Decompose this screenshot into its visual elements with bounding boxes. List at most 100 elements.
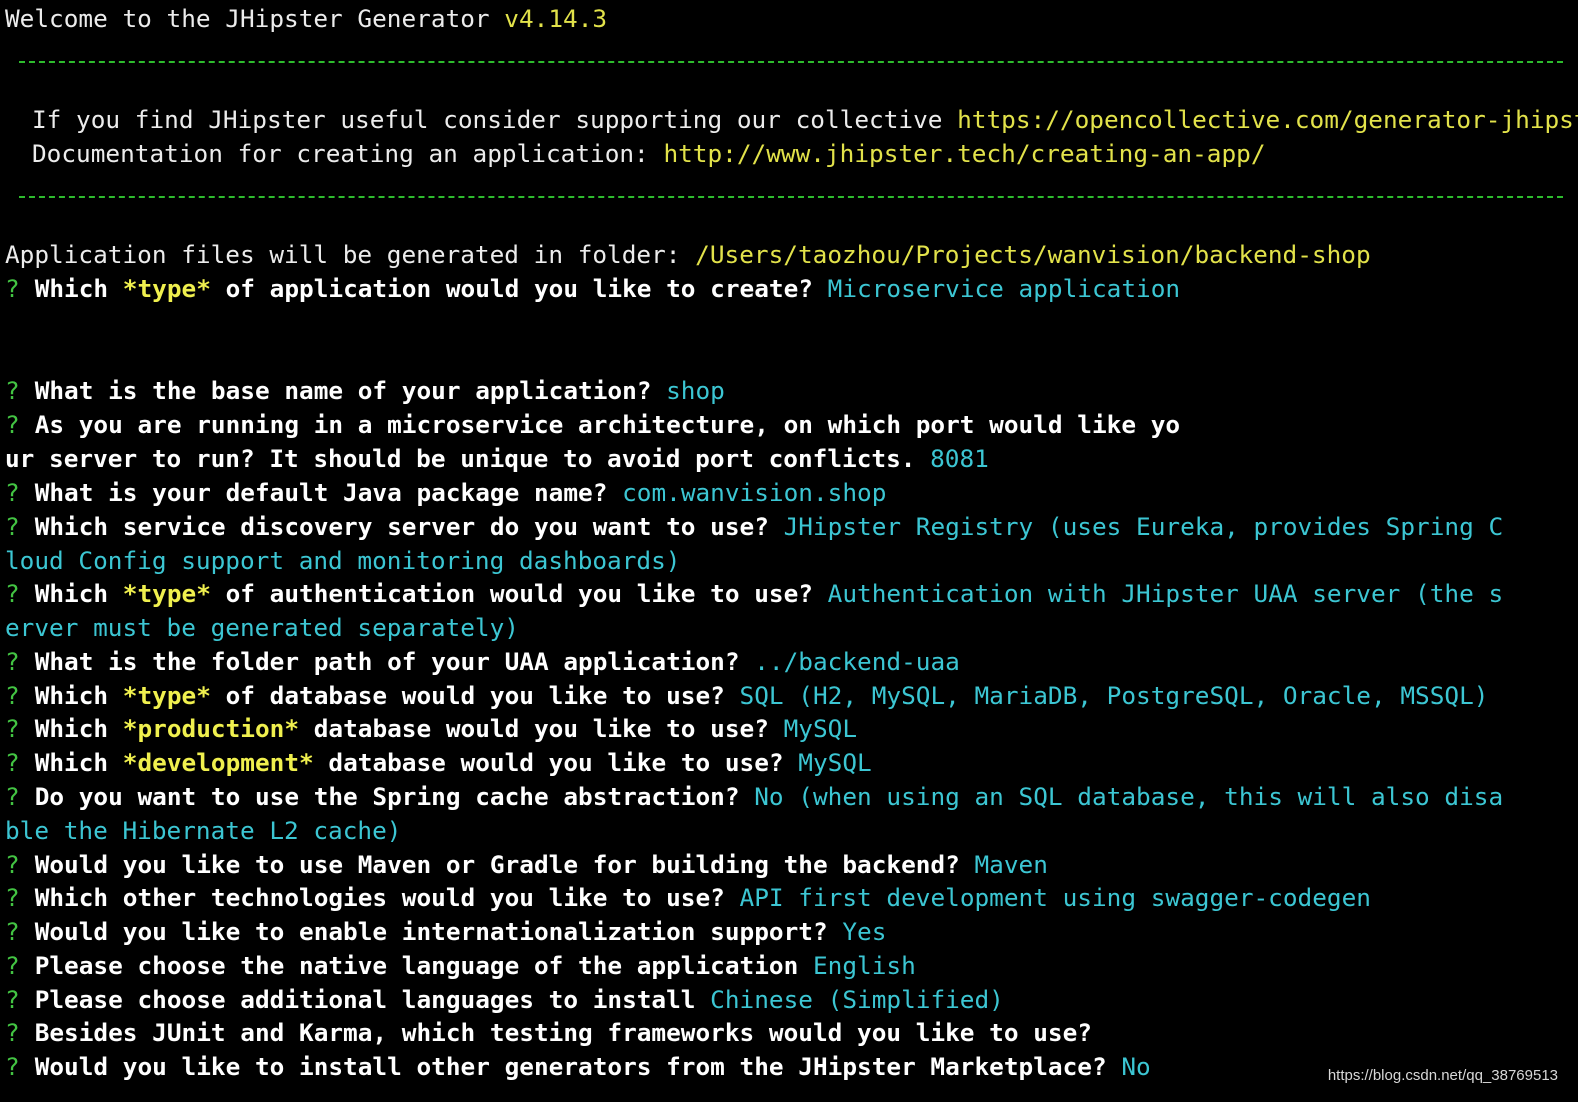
prompt-mark: ? bbox=[5, 883, 20, 912]
prompt-emphasis: *type* bbox=[122, 579, 211, 608]
generator-version: v4.14.3 bbox=[504, 4, 608, 33]
prompt-question: ur server to run? It should be unique to… bbox=[5, 444, 931, 473]
prompt-mark: ? bbox=[5, 1052, 20, 1081]
prompt-question: of database would you like to use? bbox=[210, 681, 740, 710]
docs-line: Documentation for creating an applicatio… bbox=[32, 137, 1266, 171]
prompt-question: Please choose the native language of the… bbox=[34, 951, 813, 980]
prompt-question: Please choose additional languages to in… bbox=[34, 985, 711, 1014]
prompt-answer: Microservice application bbox=[827, 274, 1181, 303]
prompt-answer: No bbox=[1121, 1052, 1151, 1081]
prompt-question: Which bbox=[34, 681, 123, 710]
folder-text: Application files will be generated in f… bbox=[5, 240, 696, 269]
prompt-emphasis: *type* bbox=[122, 274, 211, 303]
prompt-answer: shop bbox=[666, 376, 725, 405]
prompt-answer: loud Config support and monitoring dashb… bbox=[5, 546, 681, 575]
prompt-answer: ble the Hibernate L2 cache) bbox=[5, 816, 402, 845]
prompt-question: Would you like to install other generato… bbox=[34, 1052, 1122, 1081]
prompt-answer: 8081 bbox=[930, 444, 989, 473]
prompt-mark: ? bbox=[5, 951, 20, 980]
prompt-question: What is the folder path of your UAA appl… bbox=[34, 647, 755, 676]
prompt-build: ? Would you like to use Maven or Gradle f… bbox=[5, 848, 1048, 882]
prompt-answer: Chinese (Simplified) bbox=[710, 985, 1004, 1014]
prompt-auth-line1: ? Which *type* of authentication would yo… bbox=[5, 577, 1503, 611]
prompt-mark: ? bbox=[5, 647, 20, 676]
prompt-answer: erver must be generated separately) bbox=[5, 613, 519, 642]
prompt-discovery-line1: ? Which service discovery server do you w… bbox=[5, 510, 1503, 544]
prompt-marketplace: ? Would you like to install other generat… bbox=[5, 1050, 1151, 1084]
prompt-i18n: ? Would you like to enable internationali… bbox=[5, 915, 886, 949]
terminal-window[interactable]: Welcome to the JHipster Generator v4.14.… bbox=[0, 0, 1578, 1102]
prompt-question: Would you like to use Maven or Gradle fo… bbox=[34, 850, 975, 879]
prompt-question: As you are running in a microservice arc… bbox=[34, 410, 1181, 439]
prompt-answer: API first development using swagger-code… bbox=[739, 883, 1371, 912]
prompt-emphasis: *development* bbox=[122, 748, 314, 777]
prompt-answer: SQL (H2, MySQL, MariaDB, PostgreSQL, Ora… bbox=[739, 681, 1489, 710]
prompt-cache-line2: ble the Hibernate L2 cache) bbox=[5, 814, 401, 848]
prompt-question: What is your default Java package name? bbox=[34, 478, 623, 507]
support-line: If you find JHipster useful consider sup… bbox=[32, 103, 1578, 137]
prompt-mark: ? bbox=[5, 850, 20, 879]
prompt-emphasis: *type* bbox=[122, 681, 211, 710]
prompt-mark: ? bbox=[5, 748, 20, 777]
folder-line: Application files will be generated in f… bbox=[5, 238, 1371, 272]
prompt-question: Would you like to enable internationaliz… bbox=[34, 917, 843, 946]
welcome-text: Welcome to the JHipster Generator bbox=[5, 4, 505, 33]
prompt-db-type: ? Which *type* of database would you like… bbox=[5, 679, 1488, 713]
prompt-emphasis: *production* bbox=[122, 714, 300, 743]
support-url[interactable]: https://opencollective.com/generator-jhi… bbox=[957, 105, 1578, 134]
support-text: If you find JHipster useful consider sup… bbox=[32, 105, 958, 134]
prompt-dev-db: ? Which *development* database would you … bbox=[5, 746, 872, 780]
prompt-app-type: ? Which *type* of application would you l… bbox=[5, 272, 1180, 306]
docs-text: Documentation for creating an applicatio… bbox=[32, 139, 664, 168]
prompt-discovery-line2: loud Config support and monitoring dashb… bbox=[5, 544, 680, 578]
prompt-question: Which other technologies would you like … bbox=[34, 883, 740, 912]
prompt-answer: No (when using an SQL database, this wil… bbox=[754, 782, 1504, 811]
prompt-question: Which bbox=[34, 714, 123, 743]
prompt-question: Besides JUnit and Karma, which testing f… bbox=[34, 1018, 1092, 1047]
welcome-line: Welcome to the JHipster Generator v4.14.… bbox=[5, 2, 607, 36]
prompt-question: Which bbox=[34, 579, 123, 608]
prompt-question: Do you want to use the Spring cache abst… bbox=[34, 782, 755, 811]
prompt-testing: ? Besides JUnit and Karma, which testing … bbox=[5, 1016, 1092, 1050]
prompt-uaa-path: ? What is the folder path of your UAA app… bbox=[5, 645, 960, 679]
prompt-question: Which service discovery server do you wa… bbox=[34, 512, 784, 541]
prompt-tech: ? Which other technologies would you like… bbox=[5, 881, 1371, 915]
prompt-answer: MySQL bbox=[798, 748, 872, 777]
prompt-mark: ? bbox=[5, 376, 20, 405]
prompt-mark: ? bbox=[5, 274, 20, 303]
prompt-question: of authentication would you like to use? bbox=[210, 579, 828, 608]
prompt-port-line1: ? As you are running in a microservice ar… bbox=[5, 408, 1180, 442]
prompt-answer: English bbox=[812, 951, 916, 980]
prompt-answer: Authentication with JHipster UAA server … bbox=[827, 579, 1504, 608]
prompt-question: Which bbox=[34, 274, 123, 303]
watermark: https://blog.csdn.net/qq_38769513 bbox=[1327, 1067, 1558, 1084]
prompt-question: database would you like to use? bbox=[299, 714, 784, 743]
prompt-cache-line1: ? Do you want to use the Spring cache abs… bbox=[5, 780, 1503, 814]
prompt-mark: ? bbox=[5, 917, 20, 946]
prompt-answer: Yes bbox=[842, 917, 887, 946]
prompt-base-name: ? What is the base name of your applicati… bbox=[5, 374, 725, 408]
prompt-port-line2: ur server to run? It should be unique to… bbox=[5, 442, 989, 476]
prompt-mark: ? bbox=[5, 782, 20, 811]
prompt-answer: ../backend-uaa bbox=[754, 647, 960, 676]
prompt-add-lang: ? Please choose additional languages to i… bbox=[5, 983, 1004, 1017]
prompt-mark: ? bbox=[5, 512, 20, 541]
prompt-answer: com.wanvision.shop bbox=[622, 478, 887, 507]
prompt-question: Which bbox=[34, 748, 123, 777]
prompt-answer: MySQL bbox=[783, 714, 858, 743]
divider-bottom bbox=[19, 196, 1563, 198]
prompt-answer: JHipster Registry (uses Eureka, provides… bbox=[783, 512, 1504, 541]
prompt-native-lang: ? Please choose the native language of th… bbox=[5, 949, 916, 983]
prompt-mark: ? bbox=[5, 714, 20, 743]
prompt-question: database would you like to use? bbox=[313, 748, 799, 777]
prompt-package: ? What is your default Java package name?… bbox=[5, 476, 886, 510]
prompt-mark: ? bbox=[5, 1018, 20, 1047]
folder-path: /Users/taozhou/Projects/wanvision/backen… bbox=[695, 240, 1371, 269]
prompt-prod-db: ? Which *production* database would you l… bbox=[5, 712, 857, 746]
prompt-auth-line2: erver must be generated separately) bbox=[5, 611, 519, 645]
docs-url[interactable]: http://www.jhipster.tech/creating-an-app… bbox=[663, 139, 1265, 168]
prompt-mark: ? bbox=[5, 478, 20, 507]
prompt-mark: ? bbox=[5, 681, 20, 710]
prompt-mark: ? bbox=[5, 985, 20, 1014]
prompt-mark: ? bbox=[5, 579, 20, 608]
